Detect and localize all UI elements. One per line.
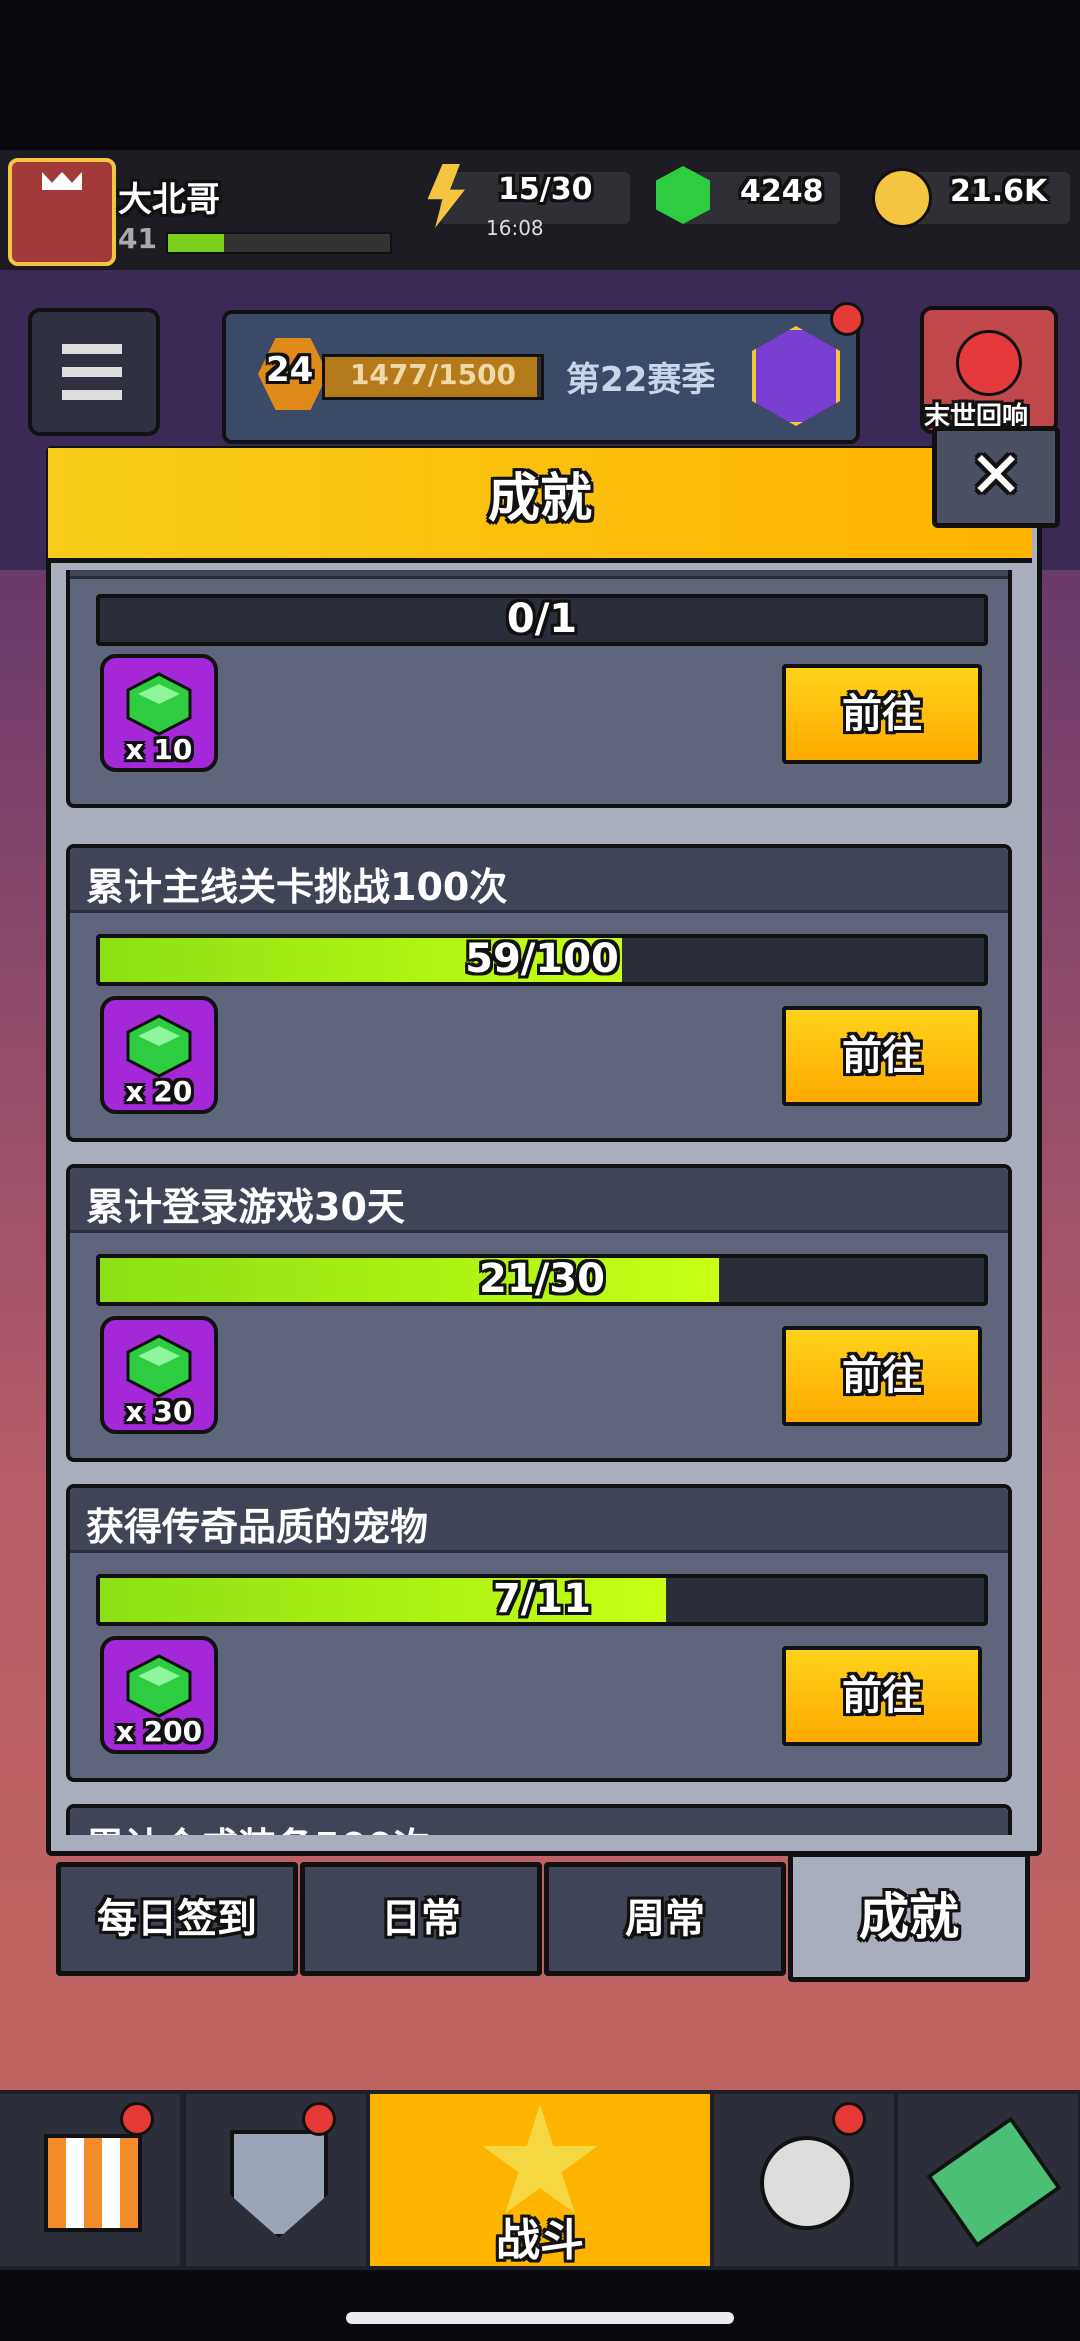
demon-icon xyxy=(956,330,1022,396)
go-button-label: 前往 xyxy=(842,691,922,737)
go-button[interactable]: 前往 xyxy=(782,1326,982,1426)
nav-battle[interactable]: 战斗 xyxy=(370,2094,710,2266)
achievement-title: 累计登录游戏30天 xyxy=(86,1185,405,1229)
achievement-card: 累计合成装备500次 xyxy=(66,1804,1012,1835)
tab-daily[interactable]: 日常 xyxy=(300,1862,542,1976)
reward-quantity: x 20 xyxy=(125,1075,193,1108)
progress-text: 21/30 xyxy=(479,1256,605,1302)
menu-button[interactable] xyxy=(28,308,160,436)
achievement-card: 累计登录游戏30天 21/30 x 30 前往 xyxy=(66,1164,1012,1462)
tab-daily-checkin[interactable]: 每日签到 xyxy=(56,1862,298,1976)
go-button-label: 前往 xyxy=(842,1673,922,1719)
go-button[interactable]: 前往 xyxy=(782,1006,982,1106)
achievement-card: 获得传奇品质的宠物 7/11 x 200 前往 xyxy=(66,1484,1012,1782)
reward-gem[interactable]: x 30 xyxy=(100,1316,218,1434)
achievement-title: 累计合成装备500次 xyxy=(86,1816,431,1835)
tab-label: 每日签到 xyxy=(97,1896,257,1942)
nav-skull-notification xyxy=(832,2102,866,2136)
card-header: 累计合成装备500次 xyxy=(70,1808,1008,1835)
achievement-title: 累计主线关卡挑战100次 xyxy=(86,865,508,909)
gem-icon xyxy=(126,1014,192,1078)
progress-bar: 59/100 xyxy=(96,934,988,986)
achievement-card: 0/1 x 10 前往 xyxy=(66,570,1012,808)
season-notification-dot xyxy=(830,302,864,336)
player-name: 大北哥 xyxy=(118,180,220,220)
shield-icon xyxy=(230,2130,328,2238)
energy-value: 15/30 xyxy=(498,172,593,207)
crown-icon xyxy=(42,172,82,190)
go-button[interactable]: 前往 xyxy=(782,664,982,764)
season-level: 24 xyxy=(266,350,314,390)
energy-timer: 16:08 xyxy=(486,216,544,240)
tab-weekly[interactable]: 周常 xyxy=(544,1862,786,1976)
nav-shop-notification xyxy=(120,2102,154,2136)
gold-coin-icon xyxy=(872,168,932,228)
go-button-label: 前往 xyxy=(842,1033,922,1079)
nav-pets[interactable] xyxy=(898,2094,1078,2266)
gold-value: 21.6K xyxy=(950,174,1048,209)
nav-battle-label: 战斗 xyxy=(496,2215,584,2266)
scroll-icon xyxy=(926,2116,1062,2248)
menu-icon xyxy=(62,344,122,400)
progress-text: 7/11 xyxy=(492,1576,592,1622)
card-header: 获得传奇品质的宠物 xyxy=(70,1488,1008,1553)
achievement-list[interactable]: 0/1 x 10 前往 累计主线关卡挑战100次 59/100 x 20 前往 … xyxy=(66,570,1014,1835)
reward-quantity: x 200 xyxy=(115,1715,203,1748)
reward-gem[interactable]: x 20 xyxy=(100,996,218,1114)
reward-gem[interactable]: x 200 xyxy=(100,1636,218,1754)
go-button[interactable]: 前往 xyxy=(782,1646,982,1746)
progress-text: 0/1 xyxy=(506,596,578,642)
gem-icon xyxy=(126,1334,192,1398)
skull-icon xyxy=(760,2136,854,2230)
reward-quantity: x 30 xyxy=(125,1395,193,1428)
shop-icon xyxy=(44,2134,142,2232)
achievement-title: 获得传奇品质的宠物 xyxy=(86,1505,429,1549)
progress-bar: 0/1 xyxy=(96,594,988,646)
card-header: 累计主线关卡挑战100次 xyxy=(70,848,1008,913)
nav-skull[interactable] xyxy=(714,2094,894,2266)
player-level: 41 xyxy=(118,222,157,255)
gem-icon xyxy=(126,1654,192,1718)
reward-quantity: x 10 xyxy=(125,733,193,766)
tab-label: 日常 xyxy=(381,1896,461,1942)
season-progress-text: 1477/1500 xyxy=(349,358,517,391)
avatar[interactable] xyxy=(8,158,116,266)
nav-equipment-notification xyxy=(302,2102,336,2136)
card-header xyxy=(70,570,1008,579)
tab-label: 周常 xyxy=(625,1896,705,1942)
tab-label: 成就 xyxy=(859,1888,959,1946)
progress-text: 59/100 xyxy=(465,936,619,982)
gem-value: 4248 xyxy=(740,174,824,209)
season-label: 第22赛季 xyxy=(566,360,716,400)
close-icon: ✕ xyxy=(969,439,1023,513)
go-button-label: 前往 xyxy=(842,1353,922,1399)
modal-title: 成就 xyxy=(487,469,592,529)
gem-icon xyxy=(126,672,192,736)
home-indicator xyxy=(346,2312,734,2324)
reward-gem[interactable]: x 10 xyxy=(100,654,218,772)
achievement-card: 累计主线关卡挑战100次 59/100 x 20 前往 xyxy=(66,844,1012,1142)
tab-achievements[interactable]: 成就 xyxy=(788,1852,1030,1982)
nav-equipment[interactable] xyxy=(186,2094,366,2266)
close-button[interactable]: ✕ xyxy=(932,426,1060,528)
progress-bar: 21/30 xyxy=(96,1254,988,1306)
progress-bar: 7/11 xyxy=(96,1574,988,1626)
card-header: 累计登录游戏30天 xyxy=(70,1168,1008,1233)
xp-bar xyxy=(166,232,392,254)
